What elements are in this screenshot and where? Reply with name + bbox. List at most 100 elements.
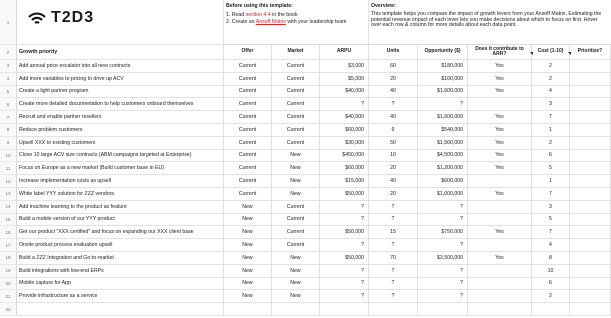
row-number[interactable]: 2 — [0, 45, 17, 60]
arpu-cell[interactable]: $50,000 — [320, 188, 369, 201]
row-number[interactable]: 18 — [0, 252, 17, 265]
prioritize-cell[interactable] — [570, 277, 611, 291]
prioritize-cell[interactable] — [570, 60, 611, 73]
prioritize-cell[interactable] — [570, 175, 611, 188]
opportunity-cell[interactable]: $1,600,000 — [418, 85, 468, 99]
arpu-cell[interactable]: $40,000 — [320, 85, 369, 99]
market-cell[interactable]: Current — [272, 136, 320, 150]
cost-cell[interactable]: 2 — [532, 290, 570, 304]
growth-priority-cell[interactable]: Provide infrastructure as a service — [17, 290, 224, 304]
cost-cell[interactable]: 3 — [532, 98, 570, 112]
prioritize-cell[interactable] — [570, 149, 611, 163]
col-header-units[interactable]: Units — [369, 45, 418, 60]
row-number[interactable]: 20 — [0, 277, 17, 291]
row-number[interactable]: 16 — [0, 226, 17, 240]
growth-priority-cell[interactable]: Create a light partner program — [17, 85, 224, 99]
cost-cell[interactable]: 4 — [532, 85, 570, 99]
growth-priority-cell[interactable]: Add annual price escalator into all new … — [17, 60, 224, 73]
arpu-cell[interactable]: ? — [320, 98, 369, 112]
market-cell[interactable]: New — [272, 290, 320, 304]
growth-priority-cell[interactable]: Create more detailed documentation to he… — [17, 98, 224, 112]
arpu-cell[interactable]: ? — [320, 264, 369, 278]
units-cell[interactable]: ? — [369, 200, 418, 214]
contributes-arr-cell[interactable] — [468, 200, 532, 214]
contributes-arr-cell[interactable] — [468, 277, 532, 291]
units-cell[interactable]: ? — [369, 264, 418, 278]
opportunity-cell[interactable]: $750,000 — [418, 226, 468, 240]
prioritize-cell[interactable] — [570, 136, 611, 150]
opportunity-cell[interactable]: $600,000 — [418, 175, 468, 188]
arpu-cell[interactable]: ? — [320, 290, 369, 304]
market-cell[interactable]: New — [272, 188, 320, 201]
market-cell[interactable]: Current — [272, 98, 320, 112]
arpu-cell[interactable]: ? — [320, 200, 369, 214]
market-cell[interactable]: New — [272, 264, 320, 278]
row-number[interactable]: 4 — [0, 72, 17, 86]
prioritize-cell[interactable] — [570, 124, 611, 137]
cost-cell[interactable]: 2 — [532, 60, 570, 73]
cost-cell[interactable]: 4 — [532, 239, 570, 252]
contributes-arr-cell[interactable] — [468, 98, 532, 112]
prioritize-cell[interactable] — [570, 98, 611, 112]
market-cell[interactable]: Current — [272, 226, 320, 240]
cost-cell[interactable]: 7 — [532, 111, 570, 124]
prioritize-cell[interactable] — [570, 188, 611, 201]
cost-cell[interactable]: 7 — [532, 188, 570, 201]
row-number[interactable]: 3 — [0, 60, 17, 73]
units-cell[interactable]: 9 — [369, 124, 418, 137]
col-header-arpu[interactable]: ARPU — [320, 45, 369, 60]
arpu-cell[interactable]: $50,000 — [320, 252, 369, 265]
arpu-cell[interactable]: $450,000 — [320, 149, 369, 163]
arpu-cell[interactable]: $60,000 — [320, 162, 369, 176]
row-number[interactable]: 8 — [0, 124, 17, 137]
units-cell[interactable]: 20 — [369, 188, 418, 201]
growth-priority-cell[interactable]: Increase implementation costs as upsell — [17, 175, 224, 188]
contributes-arr-cell[interactable]: Yes — [468, 252, 532, 265]
market-cell[interactable]: New — [272, 162, 320, 176]
units-cell[interactable]: ? — [369, 277, 418, 291]
offer-cell[interactable]: Current — [224, 72, 272, 86]
market-cell[interactable]: Current — [272, 200, 320, 214]
arpu-cell[interactable]: $5,000 — [320, 72, 369, 86]
opportunity-cell[interactable]: $1,200,000 — [418, 162, 468, 176]
offer-cell[interactable]: Current — [224, 188, 272, 201]
opportunity-cell[interactable]: ? — [418, 277, 468, 291]
row-number[interactable]: 15 — [0, 213, 17, 227]
row-number[interactable]: 10 — [0, 149, 17, 163]
arpu-cell[interactable]: $40,000 — [320, 111, 369, 124]
growth-priority-cell[interactable]: Reduce problem customers — [17, 124, 224, 137]
growth-priority-cell[interactable]: Add more variables to pricing to drive u… — [17, 72, 224, 86]
prioritize-cell[interactable] — [570, 162, 611, 176]
offer-cell[interactable]: Current — [224, 124, 272, 137]
contributes-arr-cell[interactable]: Yes — [468, 188, 532, 201]
contributes-arr-cell[interactable]: Yes — [468, 72, 532, 86]
opportunity-cell[interactable]: ? — [418, 264, 468, 278]
empty-cell[interactable] — [320, 303, 369, 316]
empty-cell[interactable] — [17, 303, 224, 316]
offer-cell[interactable]: New — [224, 200, 272, 214]
contributes-arr-cell[interactable]: Yes — [468, 85, 532, 99]
units-cell[interactable]: 40 — [369, 175, 418, 188]
prioritize-cell[interactable] — [570, 290, 611, 304]
contributes-arr-cell[interactable]: Yes — [468, 124, 532, 137]
opportunity-cell[interactable]: ? — [418, 290, 468, 304]
arpu-cell[interactable]: $50,000 — [320, 226, 369, 240]
market-cell[interactable]: New — [272, 277, 320, 291]
cost-cell[interactable]: 3 — [532, 200, 570, 214]
offer-cell[interactable]: New — [224, 226, 272, 240]
opportunity-cell[interactable]: $540,000 — [418, 124, 468, 137]
growth-priority-cell[interactable]: Get our product "XXX certified" and focu… — [17, 226, 224, 240]
units-cell[interactable]: 70 — [369, 252, 418, 265]
row-number[interactable]: 7 — [0, 111, 17, 124]
ansoff-matrix-link[interactable]: Ansoff Matrix — [256, 19, 286, 25]
cost-cell[interactable]: 5 — [532, 162, 570, 176]
market-cell[interactable]: Current — [272, 239, 320, 252]
growth-priority-cell[interactable]: Build a mobile version of our YYY produc… — [17, 213, 224, 227]
market-cell[interactable]: Current — [272, 72, 320, 86]
prioritize-cell[interactable] — [570, 200, 611, 214]
row-number[interactable]: 12 — [0, 175, 17, 188]
offer-cell[interactable]: New — [224, 264, 272, 278]
contributes-arr-cell[interactable]: Yes — [468, 60, 532, 73]
growth-priority-cell[interactable]: Onsite product process evaluation upsell — [17, 239, 224, 252]
cost-cell[interactable]: 7 — [532, 226, 570, 240]
